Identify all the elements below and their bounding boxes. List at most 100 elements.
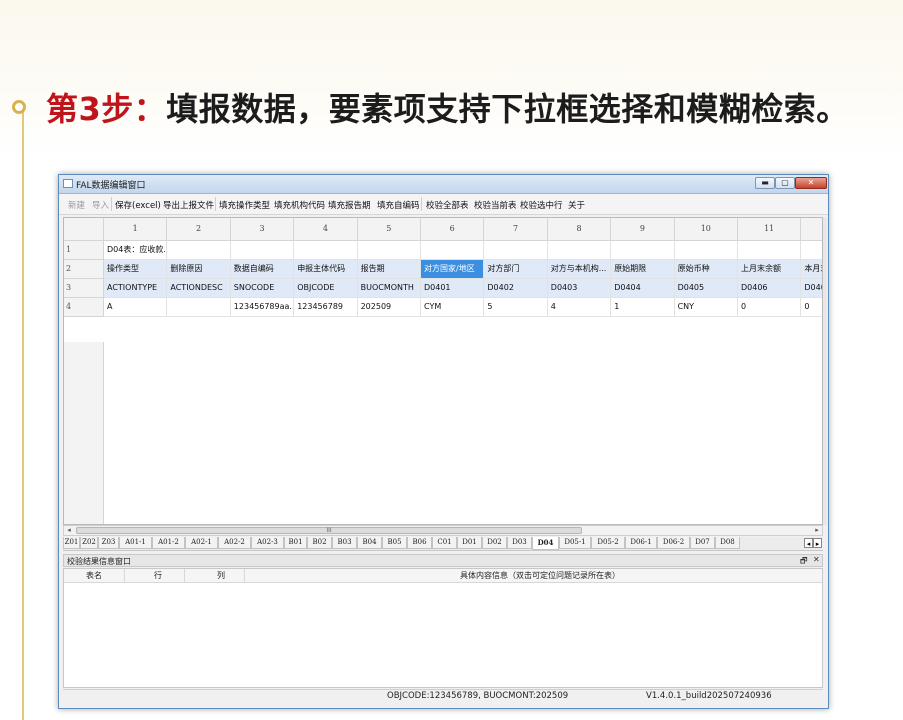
toolbar-button-1[interactable]: 新建 [68, 199, 85, 211]
grid-cell[interactable]: 0 [738, 298, 802, 317]
grid-cell[interactable] [611, 241, 675, 260]
grid-cell[interactable]: CNY [674, 298, 738, 317]
grid-cell[interactable] [484, 241, 548, 260]
grid-cell[interactable]: 申报主体代码 [294, 260, 358, 279]
sheet-tab-d04[interactable]: D04 [532, 537, 559, 550]
scroll-right-icon[interactable]: ▸ [812, 526, 822, 535]
grid-cell[interactable]: D040 [801, 279, 822, 298]
column-header[interactable]: 1 [104, 218, 168, 241]
grid-cell[interactable]: ACTIONTYPE [104, 279, 168, 298]
sheet-tab-a01-2[interactable]: A01-2 [152, 537, 185, 549]
grid-cell[interactable]: 4 [547, 298, 612, 317]
toolbar-button-11[interactable]: 校验选中行 [520, 199, 563, 211]
column-header[interactable]: 4 [294, 218, 358, 241]
grid-cell[interactable]: D0402 [484, 279, 548, 298]
grid-cell[interactable]: D0401 [421, 279, 485, 298]
grid-cell[interactable] [230, 241, 295, 260]
sheet-tab-b06[interactable]: B06 [407, 537, 432, 549]
grid-cell[interactable]: 上月末余额 [738, 260, 802, 279]
grid-cell[interactable] [801, 241, 822, 260]
grid-cell[interactable]: 对方与本机构... [547, 260, 612, 279]
column-header[interactable]: 6 [421, 218, 485, 241]
row-header[interactable]: 3 [64, 279, 104, 298]
grid-cell[interactable]: 删除原因 [167, 260, 231, 279]
sheet-tab-a02-1[interactable]: A02-1 [185, 537, 218, 549]
grid-cell[interactable]: 本月末 [801, 260, 822, 279]
toolbar-button-4[interactable]: 导出上报文件 [163, 199, 214, 211]
grid-cell[interactable]: A [104, 298, 168, 317]
toolbar-button-2[interactable]: 导入 [92, 199, 109, 211]
grid-cell[interactable]: 5 [484, 298, 548, 317]
sheet-tab-a02-3[interactable]: A02-3 [251, 537, 284, 549]
grid-cell[interactable]: 操作类型 [104, 260, 168, 279]
sheet-tab-d06-1[interactable]: D06-1 [625, 537, 657, 549]
column-header[interactable]: 9 [611, 218, 675, 241]
grid-cell[interactable]: 123456789aa... [230, 298, 295, 317]
column-header[interactable]: 7 [484, 218, 548, 241]
column-header[interactable]: 5 [357, 218, 421, 241]
grid-cell[interactable] [421, 241, 485, 260]
close-panel-icon[interactable]: ✕ [813, 555, 820, 564]
grid-cell[interactable]: D04表：应收款... [104, 241, 168, 260]
row-header[interactable]: 1 [64, 241, 104, 260]
sheet-tab-d01[interactable]: D01 [457, 537, 482, 549]
scroll-thumb[interactable]: III [76, 527, 582, 534]
sheet-tab-d07[interactable]: D07 [690, 537, 715, 549]
grid-cell[interactable] [167, 298, 231, 317]
grid-cell[interactable] [547, 241, 612, 260]
scroll-left-icon[interactable]: ◂ [64, 526, 74, 535]
grid-cell[interactable]: 202509 [357, 298, 421, 317]
grid-cell[interactable]: 原始期限 [611, 260, 675, 279]
grid-cell[interactable]: D0405 [674, 279, 738, 298]
toolbar-button-8[interactable]: 填充自编码 [377, 199, 420, 211]
grid-cell[interactable]: 报告期 [357, 260, 421, 279]
close-button[interactable]: ✕ [795, 177, 827, 189]
grid-cell[interactable]: OBJCODE [294, 279, 358, 298]
grid-cell[interactable]: 0 [801, 298, 822, 317]
grid-cell[interactable]: 数据自编码 [230, 260, 295, 279]
grid-cell[interactable]: SNOCODE [230, 279, 295, 298]
grid-cell[interactable]: ACTIONDESC [167, 279, 231, 298]
sheet-tab-b05[interactable]: B05 [382, 537, 407, 549]
tab-prev-icon[interactable]: ◂ [804, 538, 813, 548]
grid-cell[interactable] [674, 241, 738, 260]
toolbar-button-10[interactable]: 校验当前表 [474, 199, 517, 211]
vertical-scrollbar[interactable] [823, 217, 827, 525]
sheet-tab-c01[interactable]: C01 [432, 537, 457, 549]
column-header[interactable]: 8 [547, 218, 612, 241]
grid-cell[interactable]: 原始币种 [674, 260, 738, 279]
grid-cell[interactable] [167, 241, 231, 260]
maximize-button[interactable]: ▢ [775, 177, 795, 189]
minimize-button[interactable]: ▬ [755, 177, 775, 189]
row-header[interactable]: 2 [64, 260, 104, 279]
column-header[interactable]: 10 [674, 218, 738, 241]
grid-cell[interactable]: D0403 [547, 279, 612, 298]
sheet-tab-z01[interactable]: Z01 [63, 537, 80, 549]
grid-cell[interactable] [357, 241, 421, 260]
grid-cell[interactable]: 1 [611, 298, 675, 317]
sheet-tab-d02[interactable]: D02 [482, 537, 507, 549]
toolbar-button-6[interactable]: 填充机构代码 [274, 199, 325, 211]
column-header[interactable]: 2 [167, 218, 231, 241]
sheet-tab-b01[interactable]: B01 [284, 537, 307, 549]
grid-cell[interactable]: BUOCMONTH [357, 279, 421, 298]
sheet-tab-b03[interactable]: B03 [332, 537, 357, 549]
toolbar-button-12[interactable]: 关于 [568, 199, 585, 211]
sheet-tab-a01-1[interactable]: A01-1 [119, 537, 152, 549]
sheet-tab-a02-2[interactable]: A02-2 [218, 537, 251, 549]
toolbar-button-3[interactable]: 保存(excel) [115, 199, 161, 211]
sheet-tab-z02[interactable]: Z02 [80, 537, 98, 549]
sheet-tab-d05-2[interactable]: D05-2 [591, 537, 625, 549]
grid-cell[interactable]: 对方部门 [484, 260, 548, 279]
sheet-tab-b02[interactable]: B02 [307, 537, 332, 549]
sheet-tab-b04[interactable]: B04 [357, 537, 382, 549]
grid-cell[interactable]: D0406 [738, 279, 802, 298]
column-header[interactable]: 3 [230, 218, 295, 241]
grid-cell[interactable]: CYM [421, 298, 485, 317]
sheet-tab-d05-1[interactable]: D05-1 [559, 537, 591, 549]
row-header[interactable]: 4 [64, 298, 104, 317]
sheet-tab-d06-2[interactable]: D06-2 [657, 537, 690, 549]
tab-next-icon[interactable]: ▸ [813, 538, 822, 548]
column-header[interactable]: 11 [738, 218, 802, 241]
float-panel-icon[interactable]: 🗗 [800, 555, 808, 569]
